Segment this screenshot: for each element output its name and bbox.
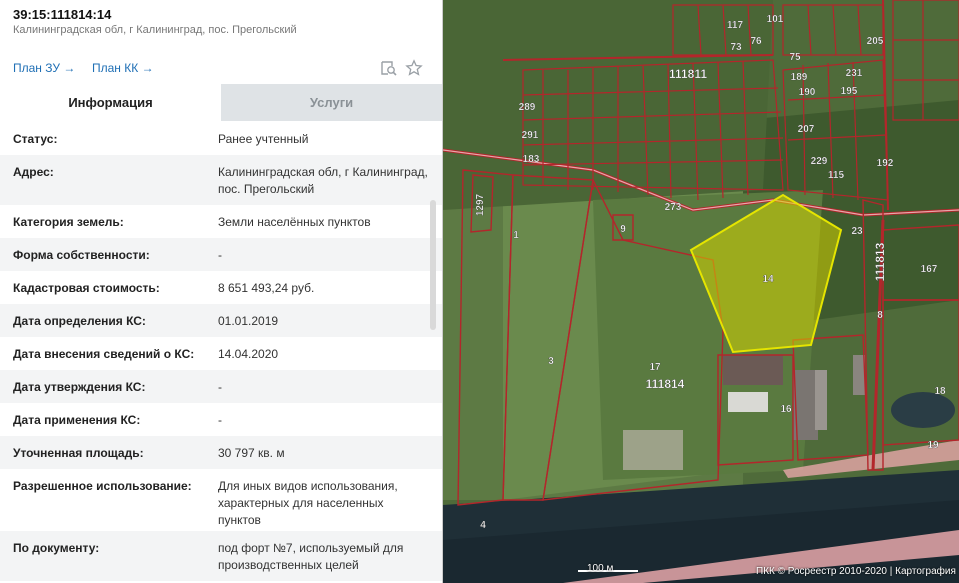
parcel-label-189: 189 <box>791 72 808 83</box>
info-panel: 39:15:111814:14 Калининградская обл, г К… <box>0 0 443 583</box>
parcel-label-195: 195 <box>841 86 858 97</box>
attribute-key: Форма собственности: <box>13 248 150 262</box>
parcel-label-183: 183 <box>523 154 540 165</box>
satellite-map[interactable]: 14 111811 111814 111813 1 3 4 9 16 17 18… <box>443 0 959 583</box>
attribute-row: Уточненная площадь: 30 797 кв. м <box>0 436 442 469</box>
attribute-key: Дата определения КС: <box>13 314 146 328</box>
cadastral-number: 39:15:111814:14 <box>13 7 112 22</box>
attribute-key: Адрес: <box>13 165 54 179</box>
attribute-value: Для иных видов использования, характерны… <box>218 479 398 527</box>
parcel-label-3: 3 <box>548 356 554 367</box>
attribute-key: Статус: <box>13 132 58 146</box>
parcel-label-17: 17 <box>649 362 661 373</box>
attribute-table: Статус: Ранее учтенный Адрес: Калининградск… <box>0 122 442 581</box>
zoom-to-parcel-icon[interactable] <box>380 59 398 77</box>
attribute-value: 14.04.2020 <box>218 347 279 361</box>
attribute-key: Дата внесения сведений о КС: <box>13 347 195 361</box>
parcel-label-8: 8 <box>877 310 883 321</box>
attribute-value: Земли населённых пунктов <box>218 215 371 229</box>
quarter-label-111814: 111814 <box>646 377 685 391</box>
parcel-label-273: 273 <box>665 202 682 213</box>
quarter-label-111811: 111811 <box>669 67 707 81</box>
plan-zu-link[interactable]: План ЗУ → <box>13 61 75 75</box>
attribute-key: Кадастровая стоимость: <box>13 281 160 295</box>
attribute-key: Разрешенное использование: <box>13 479 192 493</box>
attribute-key: Уточненная площадь: <box>13 446 144 460</box>
attribute-key: Категория земель: <box>13 215 124 229</box>
scrollbar-track[interactable] <box>429 122 437 583</box>
attribute-row: Адрес: Калининградская обл, г Калининград… <box>0 155 442 205</box>
tab-information[interactable]: Информация <box>0 84 221 121</box>
attribute-value: Калининградская обл, г Калининград, пос.… <box>218 165 428 196</box>
attribute-row: Дата внесения сведений о КС: 14.04.2020 <box>0 337 442 370</box>
map-attribution: ПКК © Росреестр 2010-2020 | Картография <box>756 566 956 577</box>
parcel-label-23: 23 <box>851 226 863 237</box>
attribute-row: Кадастровая стоимость: 8 651 493,24 руб. <box>0 271 442 304</box>
attribute-value: 30 797 кв. м <box>218 446 285 460</box>
attribute-row: Дата применения КС: - <box>0 403 442 436</box>
parcel-address-subtitle: Калининградская обл, г Калининград, пос.… <box>13 24 297 36</box>
parcel-label-9: 9 <box>620 224 626 235</box>
attribute-value: - <box>218 248 222 262</box>
parcel-label-1: 1 <box>513 230 519 241</box>
scale-bar-label: 100 м <box>587 563 614 574</box>
attribute-value: Ранее учтенный <box>218 132 309 146</box>
map-view[interactable]: 14 111811 111814 111813 1 3 4 9 16 17 18… <box>443 0 959 583</box>
attribute-row: Форма собственности: - <box>0 238 442 271</box>
parcel-label-16: 16 <box>780 404 792 415</box>
attribute-row: По документу: под форт №7, используемый д… <box>0 531 442 581</box>
parcel-label-18: 18 <box>934 386 946 397</box>
attribute-value: 01.01.2019 <box>218 314 279 328</box>
parcel-label-4: 4 <box>480 520 486 531</box>
parcel-label-19: 19 <box>927 440 939 451</box>
parcel-label-1297: 1297 <box>475 193 486 216</box>
parcel-label-115: 115 <box>828 170 845 181</box>
parcel-label-75: 75 <box>789 52 801 63</box>
attribute-row: Разрешенное использование: Для иных видов… <box>0 469 442 531</box>
parcel-label-73: 73 <box>730 42 742 53</box>
parcel-label-231: 231 <box>846 68 863 79</box>
attribute-row: Категория земель: Земли населённых пункто… <box>0 205 442 238</box>
parcel-label-289: 289 <box>519 102 536 113</box>
attribute-value: - <box>218 413 222 427</box>
attribute-value: 8 651 493,24 руб. <box>218 281 315 295</box>
parcel-label-117: 117 <box>727 20 744 31</box>
attribute-row: Дата определения КС: 01.01.2019 <box>0 304 442 337</box>
attribute-row: Дата утверждения КС: - <box>0 370 442 403</box>
parcel-label-101: 101 <box>767 14 784 25</box>
attribute-value: - <box>218 380 222 394</box>
parcel-label-192: 192 <box>877 158 894 169</box>
parcel-label-selected: 14 <box>762 274 774 285</box>
attribute-value: под форт №7, используемый для производст… <box>218 541 404 572</box>
parcel-label-291: 291 <box>522 130 539 141</box>
attribute-key: По документу: <box>13 541 100 555</box>
quarter-label-111813: 111813 <box>873 242 887 281</box>
plan-kk-link[interactable]: План КК → <box>92 61 154 75</box>
tab-bar: Информация Услуги <box>0 84 442 121</box>
parcel-label-190: 190 <box>799 87 816 98</box>
parcel-label-229: 229 <box>811 156 828 167</box>
star-favorite-icon[interactable] <box>405 59 423 77</box>
parcel-label-167: 167 <box>921 264 938 275</box>
scrollbar-thumb[interactable] <box>430 200 436 330</box>
attribute-key: Дата применения КС: <box>13 413 141 427</box>
attribute-row: Статус: Ранее учтенный <box>0 122 442 155</box>
attribute-key: Дата утверждения КС: <box>13 380 146 394</box>
parcel-label-207: 207 <box>798 124 815 135</box>
tab-services[interactable]: Услуги <box>221 84 442 121</box>
parcel-label-76: 76 <box>750 36 762 47</box>
parcel-label-205: 205 <box>867 36 884 47</box>
